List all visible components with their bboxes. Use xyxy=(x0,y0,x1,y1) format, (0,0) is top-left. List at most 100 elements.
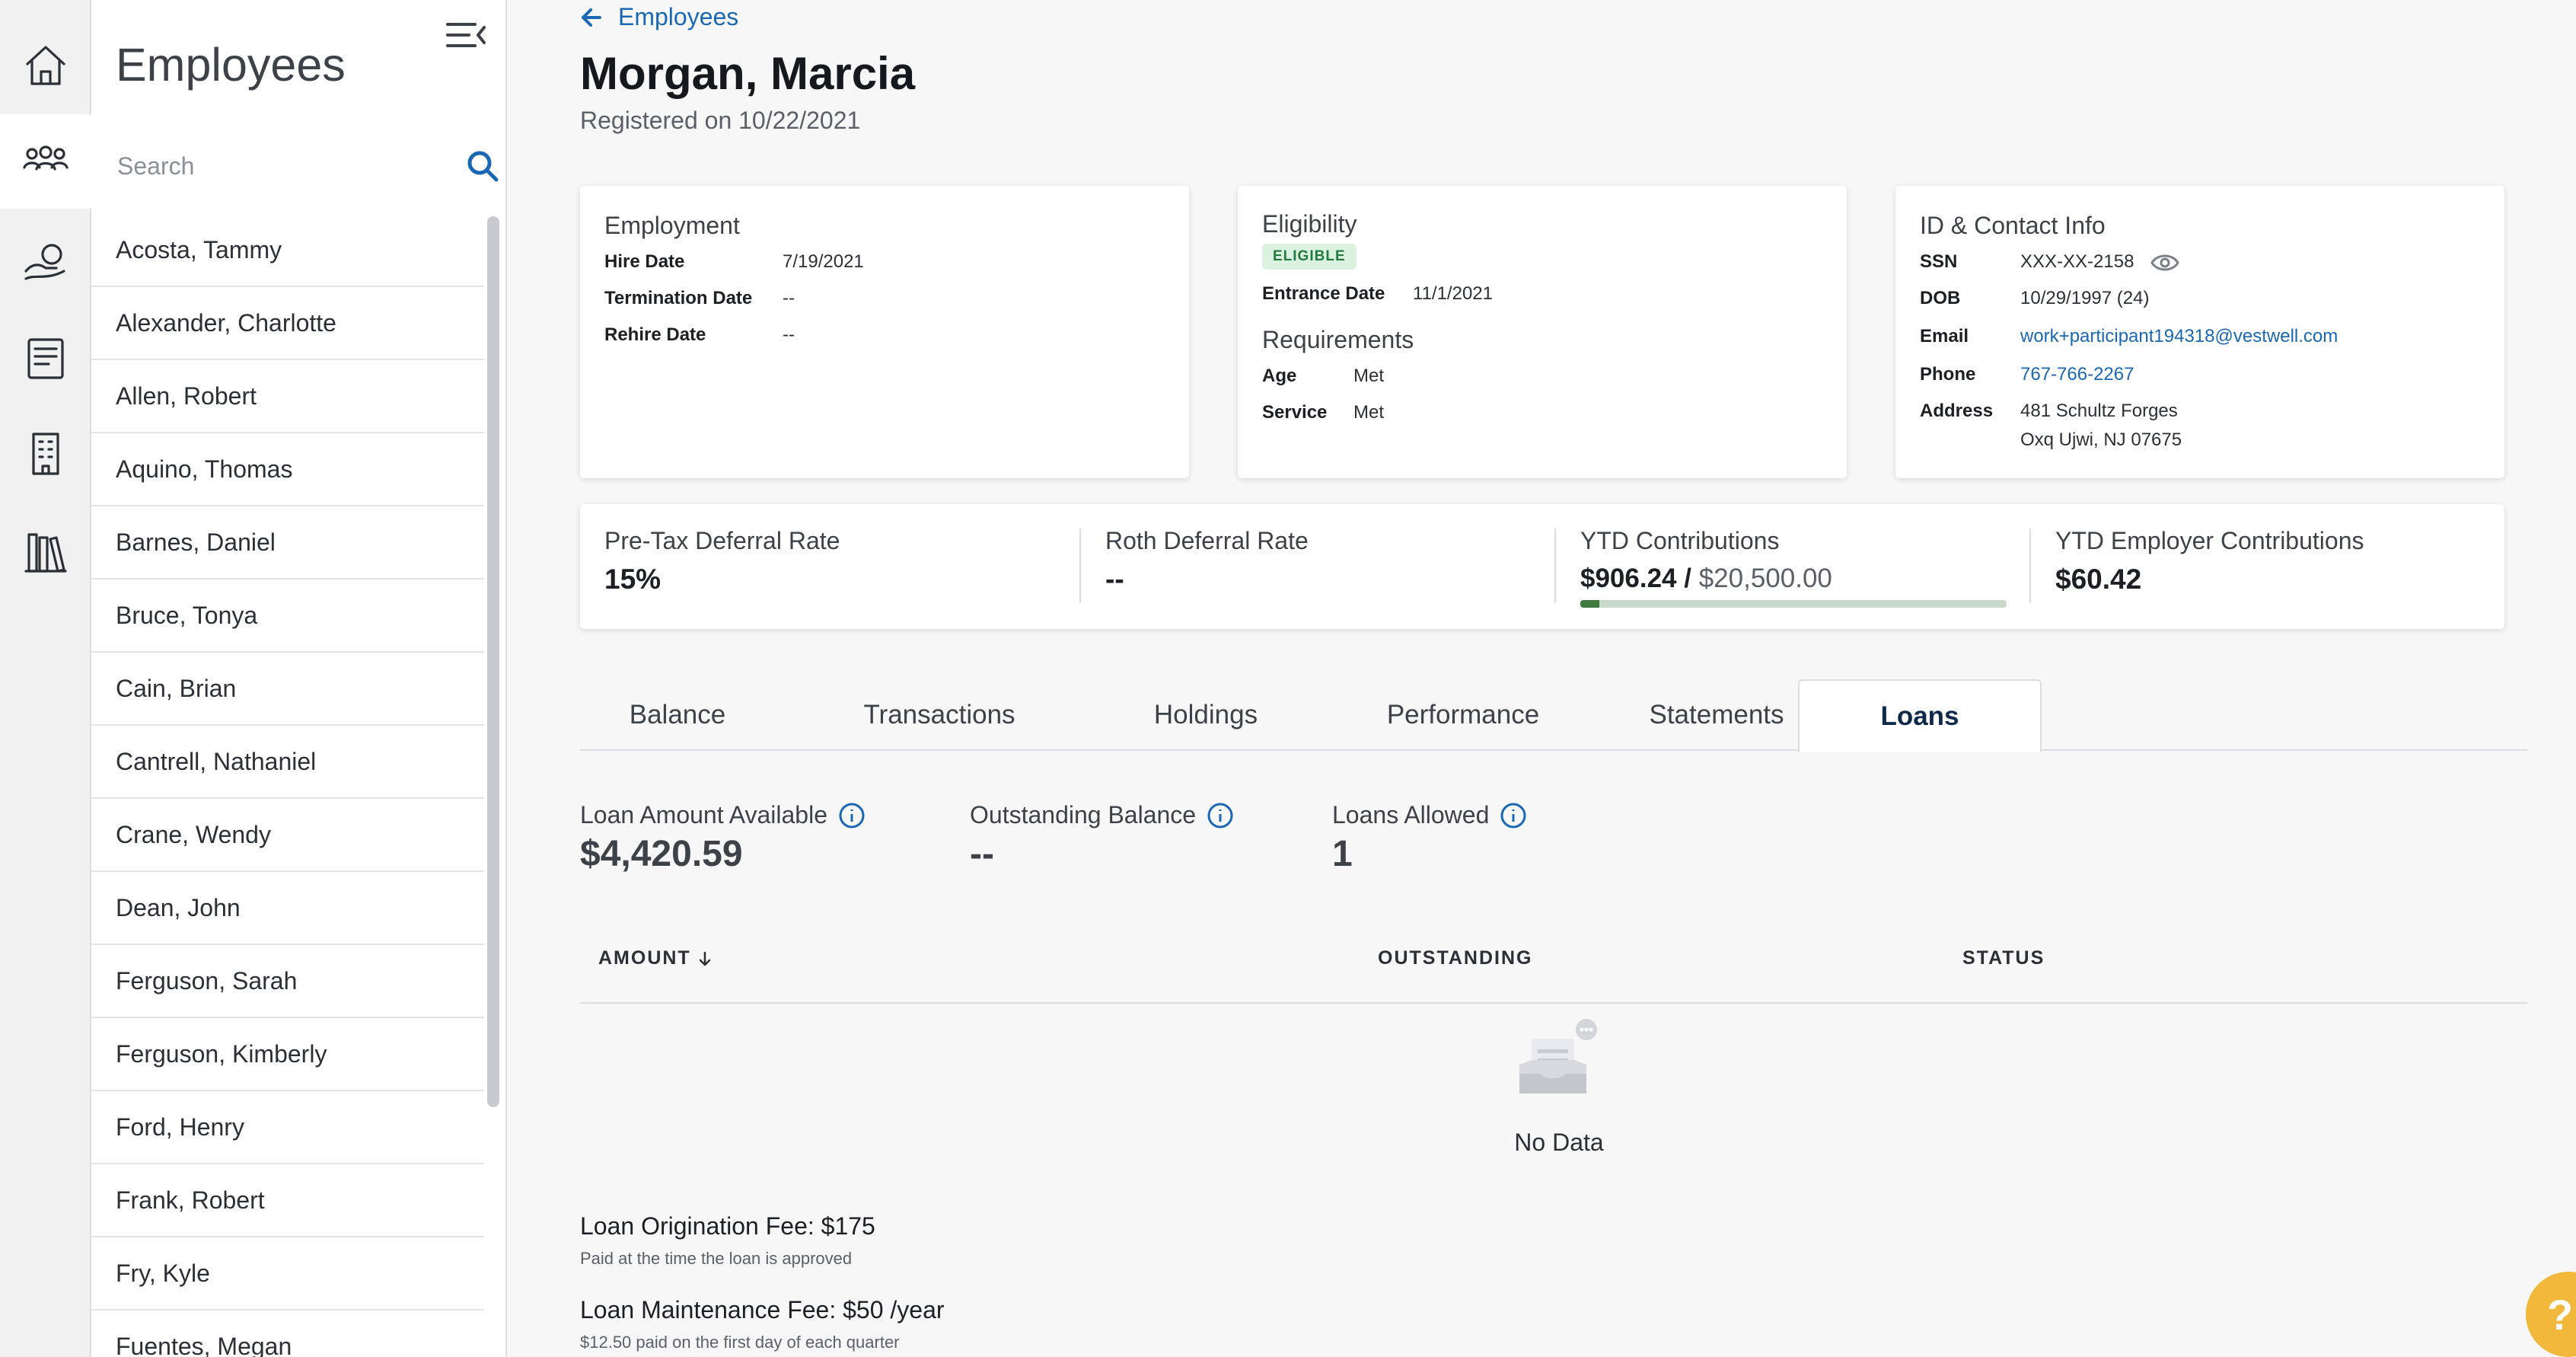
rail-reports[interactable] xyxy=(0,311,91,405)
age-value: Met xyxy=(1353,366,1385,386)
employment-card: Employment Hire Date 7/19/2021 Terminati… xyxy=(580,186,1189,478)
column-outstanding[interactable]: OUTSTANDING xyxy=(1378,947,1532,969)
hand-coin-icon xyxy=(24,244,65,280)
list-item[interactable]: Cain, Brian xyxy=(91,653,484,726)
list-item[interactable]: Aquino, Thomas xyxy=(91,433,484,506)
rail-home[interactable] xyxy=(0,18,91,113)
search-box xyxy=(116,134,499,198)
no-data-text: No Data xyxy=(1514,1129,1604,1156)
entrance-date-label: Entrance Date xyxy=(1262,283,1385,304)
ytd-contributions-label: YTD Contributions xyxy=(1580,527,1780,554)
phone-label: Phone xyxy=(1920,364,1976,385)
email-link[interactable]: work+participant194318@vestwell.com xyxy=(2020,326,2338,347)
termination-date-value: -- xyxy=(783,288,795,308)
empty-inbox-icon xyxy=(1512,1017,1603,1109)
collapse-sidebar-button[interactable] xyxy=(442,11,490,59)
tab-holdings[interactable]: Holdings xyxy=(1114,679,1297,751)
ytd-progress-bar xyxy=(1580,600,2007,608)
loan-available-value: $4,420.59 xyxy=(580,834,743,874)
arrow-down-icon xyxy=(699,951,710,966)
address-label: Address xyxy=(1920,401,1994,421)
status-badge: ELIGIBLE xyxy=(1262,244,1357,270)
back-link-label: Employees xyxy=(618,3,739,30)
dob-label: DOB xyxy=(1920,288,1961,308)
list-item[interactable]: Allen, Robert xyxy=(91,360,484,433)
employer-contributions-value: $60.42 xyxy=(2055,564,2142,595)
employee-detail: Employees Morgan, Marcia Registered on 1… xyxy=(509,0,2576,1357)
list-item[interactable]: Ferguson, Sarah xyxy=(91,945,484,1018)
arrow-left-icon xyxy=(582,8,601,27)
service-label: Service xyxy=(1262,402,1328,423)
loans-allowed-info-button[interactable] xyxy=(1500,802,1527,829)
rehire-date-label: Rehire Date xyxy=(604,324,706,345)
maintenance-fee-note: $12.50 paid on the first day of each qua… xyxy=(580,1333,900,1352)
reveal-ssn-button[interactable] xyxy=(2150,251,2180,274)
detail-tabs: Balance Transactions Holdings Performanc… xyxy=(580,679,2527,752)
tab-loans[interactable]: Loans xyxy=(1798,679,2042,752)
requirements-title: Requirements xyxy=(1262,326,1414,353)
phone-link[interactable]: 767-766-2267 xyxy=(2020,364,2134,385)
list-item[interactable]: Ferguson, Kimberly xyxy=(91,1018,484,1091)
list-item[interactable]: Dean, John xyxy=(91,872,484,945)
roth-rate-value: -- xyxy=(1105,564,1124,595)
outstanding-info-button[interactable] xyxy=(1207,802,1234,829)
address-line-1: 481 Schultz Forges xyxy=(2020,401,2178,421)
list-item[interactable]: Fry, Kyle xyxy=(91,1237,484,1311)
list-item[interactable]: Crane, Wendy xyxy=(91,799,484,872)
list-item[interactable]: Bruce, Tonya xyxy=(91,580,484,653)
tab-performance[interactable]: Performance xyxy=(1341,679,1585,751)
eye-icon xyxy=(2150,254,2179,271)
home-icon xyxy=(26,46,65,85)
icon-rail xyxy=(0,0,91,1357)
list-item[interactable]: Frank, Robert xyxy=(91,1164,484,1237)
origination-fee-note: Paid at the time the loan is approved xyxy=(580,1249,853,1268)
column-amount-label: AMOUNT xyxy=(598,947,691,969)
rail-loans[interactable] xyxy=(0,215,91,309)
entrance-date-value: 11/1/2021 xyxy=(1413,283,1493,304)
loans-allowed-label-group: Loans Allowed xyxy=(1332,801,1527,829)
contact-card: ID & Contact Info SSN XXX-XX-2158 DOB 10… xyxy=(1895,186,2504,478)
list-item[interactable]: Fuentes, Megan xyxy=(91,1311,484,1357)
hire-date-value: 7/19/2021 xyxy=(783,251,864,272)
column-amount[interactable]: AMOUNT xyxy=(598,947,714,969)
list-item[interactable]: Acosta, Tammy xyxy=(91,214,484,287)
rail-employees[interactable] xyxy=(0,114,91,209)
ssn-label: SSN xyxy=(1920,251,1958,272)
hire-date-label: Hire Date xyxy=(604,251,685,272)
back-link[interactable]: Employees xyxy=(579,3,738,31)
list-item[interactable]: Ford, Henry xyxy=(91,1091,484,1164)
ytd-amount: $906.24 / xyxy=(1580,564,1691,593)
info-icon xyxy=(839,803,865,828)
list-item[interactable]: Cantrell, Nathaniel xyxy=(91,726,484,799)
ytd-contributions-value: $906.24 / $20,500.00 xyxy=(1580,564,1832,594)
rail-company[interactable] xyxy=(0,407,91,501)
employee-rows: Acosta, Tammy Alexander, Charlotte Allen… xyxy=(91,214,484,1357)
tab-transactions[interactable]: Transactions xyxy=(808,679,1070,751)
divider xyxy=(1554,528,1556,603)
outstanding-balance-label: Outstanding Balance xyxy=(970,801,1197,829)
registered-date: Registered on 10/22/2021 xyxy=(580,107,861,134)
document-icon xyxy=(27,338,64,379)
search-icon xyxy=(467,151,499,182)
loans-allowed-label: Loans Allowed xyxy=(1332,801,1490,829)
search-input[interactable] xyxy=(116,134,435,198)
rail-library[interactable] xyxy=(0,504,91,599)
maintenance-fee: Loan Maintenance Fee: $50 /year xyxy=(580,1296,945,1323)
loan-available-label: Loan Amount Available xyxy=(580,801,827,829)
list-item[interactable]: Alexander, Charlotte xyxy=(91,287,484,360)
column-status[interactable]: STATUS xyxy=(1962,947,2045,969)
list-item[interactable]: Barnes, Daniel xyxy=(91,506,484,580)
search-button[interactable] xyxy=(464,148,501,184)
email-label: Email xyxy=(1920,326,1969,346)
tab-balance[interactable]: Balance xyxy=(611,679,744,751)
age-label: Age xyxy=(1262,366,1297,386)
employer-contributions-label: YTD Employer Contributions xyxy=(2055,527,2364,554)
contributions-card: Pre-Tax Deferral Rate 15% Roth Deferral … xyxy=(580,504,2504,629)
eligibility-title: Eligibility xyxy=(1262,210,1357,238)
list-scrollbar[interactable] xyxy=(487,216,499,1107)
loan-available-info-button[interactable] xyxy=(838,802,866,829)
menu-collapse-icon xyxy=(446,23,486,47)
address-line-2: Oxq Ujwi, NJ 07675 xyxy=(2020,429,2182,450)
rehire-date-value: -- xyxy=(783,324,795,345)
page-title: Morgan, Marcia xyxy=(580,48,916,99)
